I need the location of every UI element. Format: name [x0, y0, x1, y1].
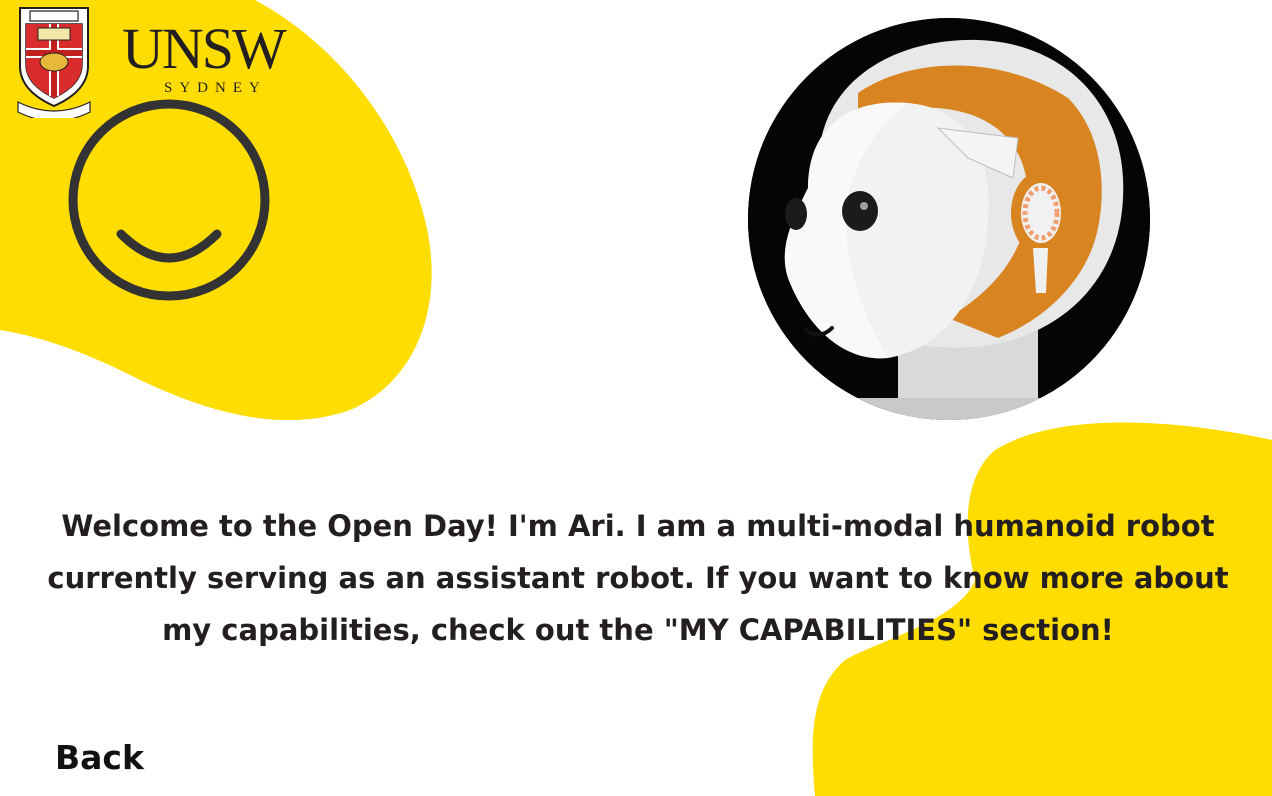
back-button[interactable]: Back	[55, 738, 144, 777]
unsw-subtitle: SYDNEY	[164, 80, 267, 96]
unsw-wordmark: UNSW	[122, 16, 287, 81]
robot-head-icon	[748, 18, 1150, 420]
robot-head-avatar	[748, 18, 1150, 420]
welcome-screen: UNSW SYDNEY Welcome to the Open Day! I'm…	[0, 0, 1272, 796]
welcome-message: Welcome to the Open Day! I'm Ari. I am a…	[47, 509, 1229, 647]
smiley-face-icon	[68, 99, 270, 301]
